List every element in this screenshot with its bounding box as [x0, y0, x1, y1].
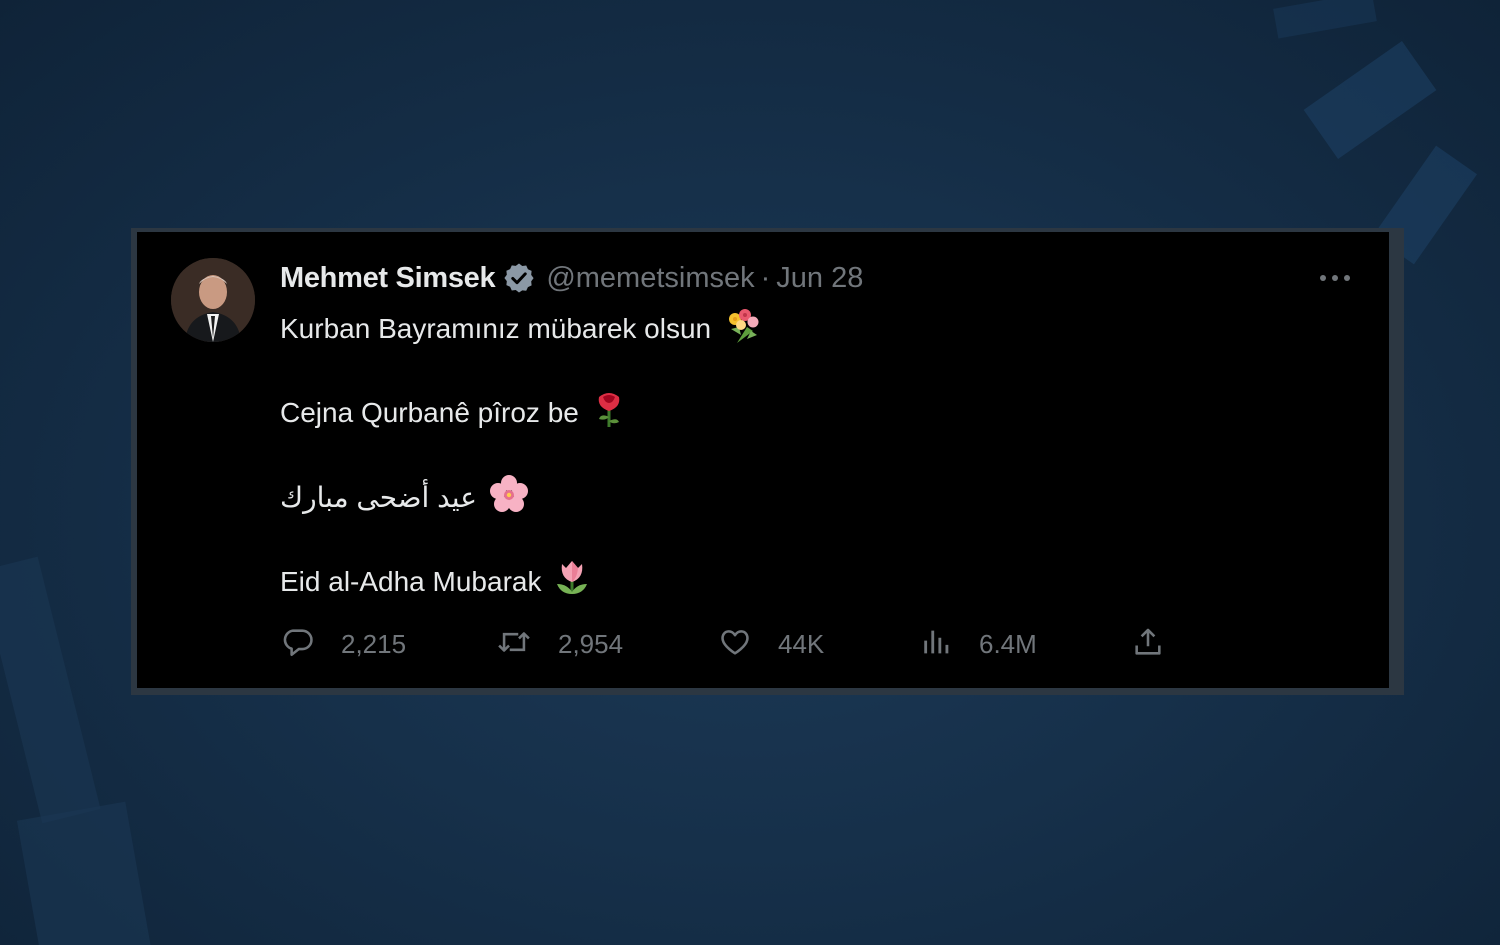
reply-button[interactable]: 2,215 — [280, 624, 406, 664]
background-shape — [0, 556, 101, 824]
rose-emoji — [591, 389, 627, 436]
reply-icon — [280, 625, 316, 664]
background-shape — [16, 801, 154, 945]
tweet-text-line: Cejna Qurbanê pîroz be — [280, 389, 627, 436]
separator-dot: · — [760, 261, 771, 294]
tweet-text: عيد أضحى مبارك — [280, 482, 477, 513]
views-icon — [920, 625, 954, 664]
tulip-emoji — [553, 558, 591, 605]
tweet-header: Mehmet Simsek @memetsimsek · Jun 28 — [280, 260, 863, 296]
views-button[interactable]: 6.4M — [920, 624, 1037, 664]
views-count: 6.4M — [979, 628, 1037, 659]
tweet-card[interactable]: Mehmet Simsek @memetsimsek · Jun 28 Kurb… — [137, 232, 1389, 688]
tweet-text-line: Kurban Bayramınız mübarek olsun — [280, 305, 763, 352]
background-shape — [1303, 41, 1437, 159]
more-options-icon[interactable] — [1317, 268, 1353, 288]
cherry-blossom-emoji — [489, 474, 529, 521]
tweet-text: Eid al-Adha Mubarak — [280, 565, 542, 597]
reply-count: 2,215 — [341, 628, 407, 659]
tweet-text-line: Eid al-Adha Mubarak — [280, 558, 591, 605]
like-button[interactable]: 44K — [717, 624, 824, 664]
like-count: 44K — [778, 628, 825, 659]
author-handle[interactable]: @memetsimsek — [546, 262, 754, 295]
tweet-text: Cejna Qurbanê pîroz be — [280, 396, 579, 428]
author-name[interactable]: Mehmet Simsek — [280, 262, 496, 295]
verified-badge-icon — [502, 261, 536, 295]
share-icon — [1130, 625, 1166, 664]
repost-icon — [495, 625, 533, 664]
heart-icon — [717, 625, 753, 664]
tweet-date[interactable]: Jun 28 — [776, 262, 863, 295]
avatar[interactable] — [171, 258, 255, 342]
background-shape — [1273, 0, 1377, 39]
repost-button[interactable]: 2,954 — [495, 624, 623, 664]
repost-count: 2,954 — [558, 628, 624, 659]
share-button[interactable] — [1130, 624, 1166, 664]
bouquet-emoji — [723, 305, 763, 352]
tweet-text-line: عيد أضحى مبارك — [280, 474, 529, 521]
tweet-text: Kurban Bayramınız mübarek olsun — [280, 312, 712, 344]
